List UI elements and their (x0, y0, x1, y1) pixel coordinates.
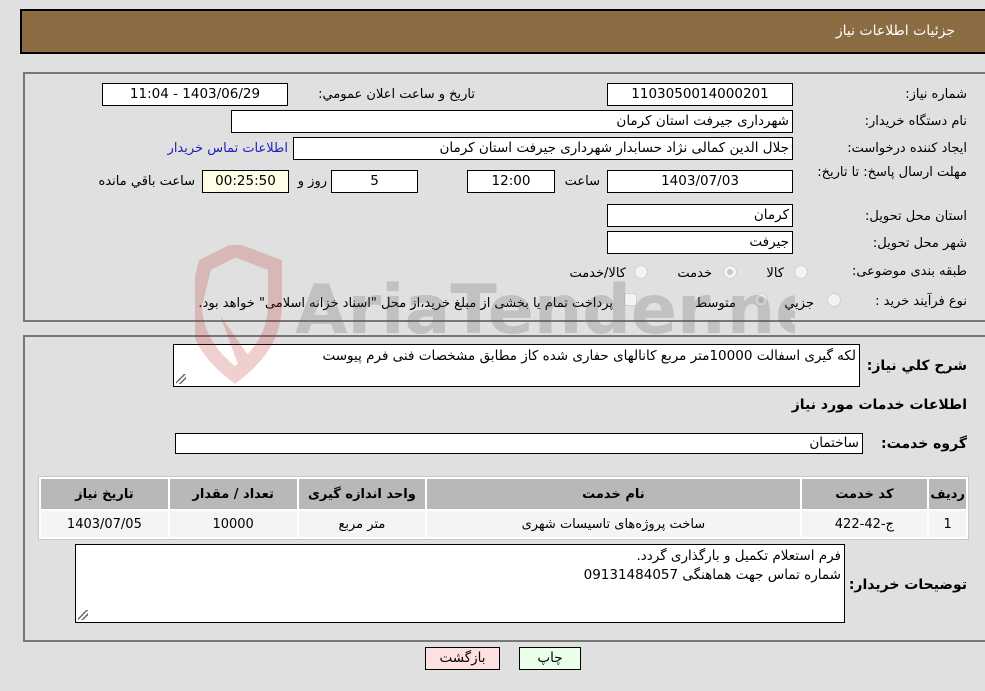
buyer-notes-line-1: فرم استعلام تکمیل و بارگذاری گردد. (636, 548, 841, 564)
requester-label: ایجاد کننده درخواست: (847, 141, 967, 156)
buyer-org-label: نام دستگاه خریدار: (864, 114, 967, 129)
services-heading: اطلاعات خدمات مورد نیاز (791, 397, 967, 413)
deadline-time-label: ساعت (564, 174, 600, 189)
resize-grip-icon[interactable] (176, 374, 186, 384)
time-remaining-label: ساعت باقي مانده (98, 174, 195, 189)
purchase-radio-minor[interactable] (827, 293, 841, 307)
summary-text: لکه گیری اسفالت 10000متر مربع کانالهای ح… (322, 348, 856, 364)
summary-label: شرح كلي نياز: (866, 358, 967, 374)
col-header-row-number: ردیف (929, 479, 966, 509)
service-group-label: گروه خدمت: (881, 436, 967, 452)
buyer-notes-textarea[interactable]: فرم استعلام تکمیل و بارگذاری گردد. شماره… (75, 544, 845, 623)
province-field: کرمان (607, 204, 793, 227)
requester-field: جلال الدین کمالی نژاد حسابدار شهرداری جی… (293, 137, 793, 160)
summary-textarea[interactable]: لکه گیری اسفالت 10000متر مربع کانالهای ح… (173, 344, 860, 387)
service-group-field: ساختمان (175, 433, 863, 454)
treasury-checkbox[interactable] (624, 293, 637, 306)
purchase-option-minor: جزيي (784, 296, 814, 311)
purchase-option-medium: متوسط (695, 296, 736, 311)
category-option-service: خدمت (677, 266, 712, 281)
category-radio-goods[interactable] (794, 265, 808, 279)
col-header-service-name: نام خدمت (427, 479, 800, 509)
city-label: شهر محل تحویل: (872, 236, 967, 251)
resize-grip-icon[interactable] (78, 610, 88, 620)
cell-unit: متر مربع (298, 511, 426, 537)
category-option-goods: کالا (766, 266, 784, 281)
cell-row-number: 1 (929, 511, 966, 537)
deadline-label: مهلت ارسال پاسخ: تا تاریخ: (817, 165, 967, 180)
page-header: جزئیات اطلاعات نیاز (20, 9, 985, 54)
back-button[interactable]: بازگشت (425, 647, 500, 670)
col-header-service-code: کد خدمت (801, 479, 928, 509)
need-number-field: 1103050014000201 (607, 83, 793, 106)
category-radio-service[interactable] (723, 265, 737, 279)
announce-datetime-field: 1403/06/29 - 11:04 (102, 83, 288, 106)
deadline-date-field: 1403/07/03 (607, 170, 793, 193)
buyer-notes-line-2: شماره تماس جهت هماهنگی 09131484057 (583, 567, 841, 583)
days-label: روز و (297, 174, 327, 189)
cell-need-date: 1403/07/05 (41, 511, 168, 537)
page-title: جزئیات اطلاعات نیاز (835, 23, 955, 39)
table-header-row: ردیف کد خدمت نام خدمت واحد اندازه گیری ت… (41, 479, 966, 509)
purchase-radio-medium[interactable] (754, 293, 768, 307)
category-radio-goods-service[interactable] (634, 265, 648, 279)
services-table: ردیف کد خدمت نام خدمت واحد اندازه گیری ت… (38, 476, 969, 540)
need-number-label: شماره نیاز: (905, 87, 967, 102)
treasury-note: پرداخت تمام یا بخشی از مبلغ خرید،از محل … (198, 296, 613, 311)
announce-datetime-label: تاریخ و ساعت اعلان عمومي: (318, 87, 475, 102)
buyer-contact-link[interactable]: اطلاعات تماس خریدار (168, 141, 288, 156)
table-row: 1 ج-42-422 ساخت پروژه‌های تاسیسات شهری م… (41, 511, 966, 537)
cell-service-name: ساخت پروژه‌های تاسیسات شهری (427, 511, 800, 537)
print-button[interactable]: چاپ (519, 647, 581, 670)
buyer-org-field: شهرداری جیرفت استان کرمان (231, 110, 793, 133)
category-option-goods-service: کالا/خدمت (569, 266, 626, 281)
category-label: طبقه بندی موضوعی: (851, 264, 967, 279)
city-field: جیرفت (607, 231, 793, 254)
deadline-time-field: 12:00 (467, 170, 555, 193)
buyer-notes-label: توضیحات خریدار: (848, 577, 967, 593)
purchase-type-label: نوع فرآیند خرید : (875, 294, 967, 309)
col-header-unit: واحد اندازه گیری (298, 479, 426, 509)
cell-service-code: ج-42-422 (801, 511, 928, 537)
col-header-quantity: تعداد / مقدار (169, 479, 297, 509)
col-header-need-date: تاریخ نیاز (41, 479, 168, 509)
time-remaining-field: 00:25:50 (202, 170, 289, 193)
province-label: استان محل تحویل: (865, 209, 967, 224)
days-remaining-field: 5 (331, 170, 418, 193)
cell-quantity: 10000 (169, 511, 297, 537)
